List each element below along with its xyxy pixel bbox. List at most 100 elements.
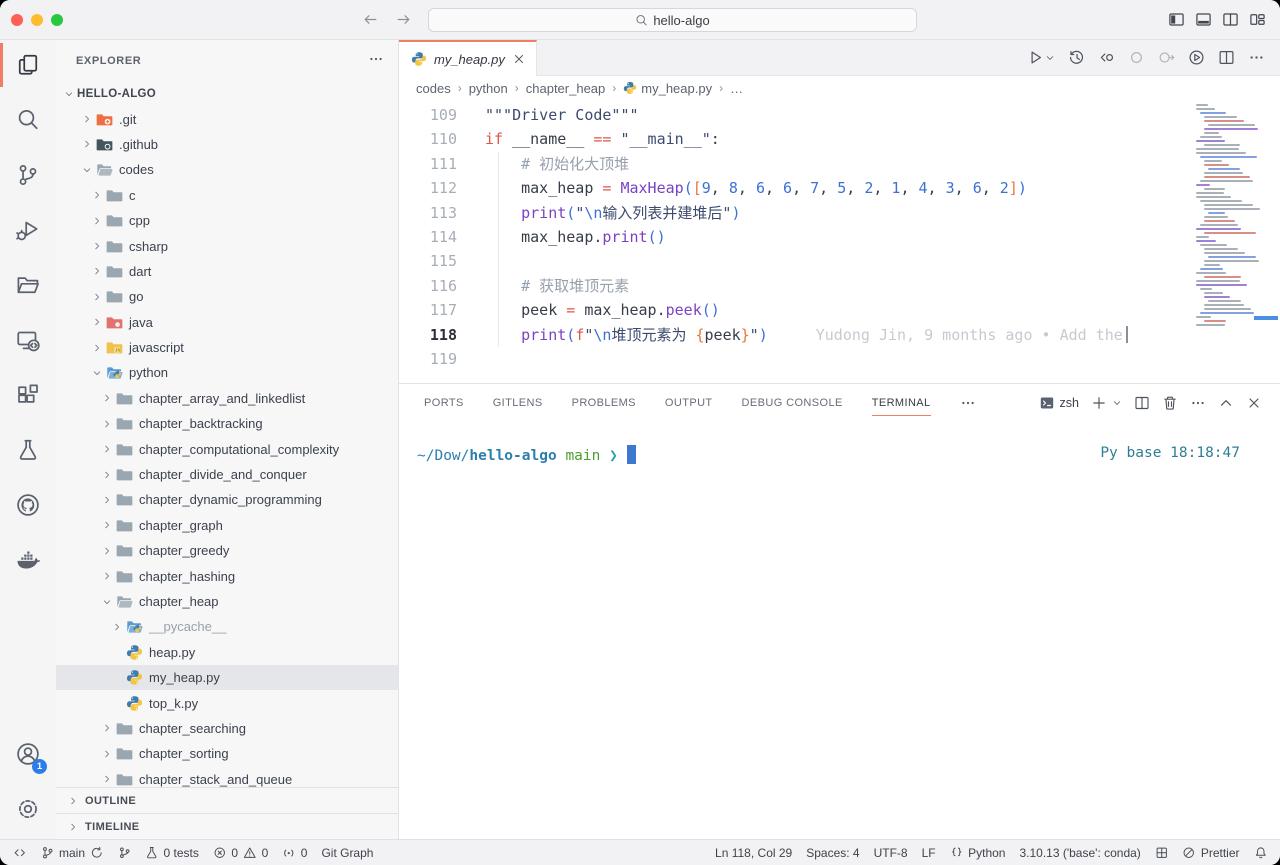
panel-tab-ports[interactable]: PORTS [424,384,464,421]
activity-item-extensions[interactable] [0,370,56,420]
sidebar-section-timeline[interactable]: TIMELINE [56,813,398,839]
code-line-109[interactable]: 109"""Driver Code""" [407,103,1280,127]
code-line-119[interactable]: 119 [407,347,1280,371]
minimap[interactable] [1190,100,1280,383]
activity-item-explorer[interactable] [0,40,56,90]
tree-item-chapter_computational_complexity[interactable]: chapter_computational_complexity [56,436,398,461]
code-line-114[interactable]: 114 max_heap.print() [407,225,1280,249]
tree-item-cpp[interactable]: cpp [56,208,398,233]
status-gitlens[interactable] [111,840,139,865]
status-prettier[interactable]: Prettier [1175,840,1246,865]
sidebar-section-outline[interactable]: OUTLINE [56,787,398,813]
tree-item-.git[interactable]: .git [56,106,398,131]
run-or-debug-button[interactable] [1188,49,1205,66]
more-terminal-actions-button[interactable] [1190,395,1206,411]
more-actions-button[interactable] [1248,49,1265,66]
open-changes-button[interactable] [1098,49,1115,66]
activity-item-run-and-debug[interactable] [0,205,56,255]
tree-item-chapter_greedy[interactable]: chapter_greedy [56,538,398,563]
status-eol[interactable]: LF [915,840,943,865]
activity-item-github[interactable] [0,480,56,530]
tree-item-heap.py[interactable]: heap.py [56,640,398,665]
panel-tab-gitlens[interactable]: GITLENS [493,384,543,421]
tree-item-chapter_sorting[interactable]: chapter_sorting [56,741,398,766]
split-editor-button[interactable] [1218,49,1235,66]
new-terminal-button[interactable] [1091,395,1122,411]
tree-item-chapter_heap[interactable]: chapter_heap [56,589,398,614]
tree-item-python[interactable]: python [56,360,398,385]
tree-item-codes[interactable]: codes [56,157,398,182]
status-git-graph[interactable]: Git Graph [314,840,380,865]
status-cursor-position[interactable]: Ln 118, Col 29 [708,840,799,865]
breadcrumb-1[interactable]: python [469,81,508,96]
panel-tab-debug-console[interactable]: DEBUG CONSOLE [742,384,843,421]
code-line-110[interactable]: 110if __name__ == "__main__": [407,127,1280,151]
terminal-shell-selector[interactable]: zsh [1039,395,1079,411]
close-window-button[interactable] [11,14,23,26]
tree-item-chapter_dynamic_programming[interactable]: chapter_dynamic_programming [56,487,398,512]
breadcrumb-0[interactable]: codes [416,81,451,96]
status-language-mode[interactable]: Python [943,840,1013,865]
tab-my-heap-py[interactable]: my_heap.py [399,40,537,76]
tree-item-dart[interactable]: dart [56,259,398,284]
status-encoding[interactable]: UTF-8 [867,840,915,865]
tree-item-.github[interactable]: .github [56,132,398,157]
activity-item-accounts[interactable]: 1 [0,729,56,779]
toggle-primary-sidebar-button[interactable] [1168,11,1185,28]
code-line-111[interactable]: 111 # 初始化大顶堆 [407,152,1280,176]
status-remote[interactable] [6,840,34,865]
panel-tab-output[interactable]: OUTPUT [665,384,713,421]
maximize-panel-button[interactable] [1218,395,1234,411]
activity-item-source-control[interactable] [0,150,56,200]
tree-item-javascript[interactable]: JS javascript [56,335,398,360]
minimize-window-button[interactable] [31,14,43,26]
tree-item-top_k.py[interactable]: top_k.py [56,690,398,715]
tree-item-chapter_array_and_linkedlist[interactable]: chapter_array_and_linkedlist [56,386,398,411]
zoom-window-button[interactable] [51,14,63,26]
activity-item-remote-explorer[interactable] [0,315,56,365]
code-line-117[interactable]: 117 peek = max_heap.peek() [407,298,1280,322]
split-terminal-button[interactable] [1134,395,1150,411]
navigate-forward-button[interactable] [395,11,412,33]
toggle-secondary-sidebar-button[interactable] [1222,11,1239,28]
status-branch[interactable]: main [34,840,111,865]
status-notifications[interactable] [1247,840,1275,865]
status-tests[interactable]: 0 tests [138,840,206,865]
tree-item-go[interactable]: go [56,284,398,309]
tree-item-chapter_divide_and_conquer[interactable]: chapter_divide_and_conquer [56,462,398,487]
close-tab-icon[interactable] [512,52,526,66]
tree-item-csharp[interactable]: csharp [56,233,398,258]
views-and-more-actions-button[interactable] [368,51,384,70]
terminal[interactable]: ~/Dow/hello-algo main ❯ Py base 18:18:47 [399,421,1280,839]
customize-layout-button[interactable] [1249,11,1266,28]
code-line-113[interactable]: 113 print("\n输入列表并建堆后") [407,201,1280,225]
file-history-button[interactable] [1068,49,1085,66]
activity-item-settings[interactable] [0,784,56,834]
activity-item-search[interactable] [0,95,56,145]
breadcrumb-3[interactable]: my_heap.py [623,81,712,96]
tree-item-chapter_stack_and_queue[interactable]: chapter_stack_and_queue [56,767,398,787]
panel-tab-problems[interactable]: PROBLEMS [572,384,636,421]
status-python-interpreter[interactable]: 3.10.13 ('base': conda) [1012,840,1147,865]
toggle-panel-button[interactable] [1195,11,1212,28]
status-project-manager[interactable] [1148,840,1176,865]
status-problems[interactable]: 00 [206,840,275,865]
tree-item-HELLO-ALGO[interactable]: HELLO-ALGO [56,81,398,106]
run-python-file-button[interactable] [1027,49,1055,66]
panel-tab-terminal[interactable]: TERMINAL [872,384,931,421]
tree-item-__pycache__[interactable]: __pycache__ [56,614,398,639]
tree-item-chapter_graph[interactable]: chapter_graph [56,513,398,538]
tree-item-my_heap.py[interactable]: my_heap.py [56,665,398,690]
code-line-115[interactable]: 115 [407,249,1280,273]
tree-item-java[interactable]: java [56,310,398,335]
code-editor[interactable]: 109"""Driver Code"""110if __name__ == "_… [399,100,1280,383]
breadcrumb-4[interactable]: … [730,81,743,96]
status-ports[interactable]: 0 [275,840,314,865]
code-line-118[interactable]: 118 print(f"\n堆顶元素为 {peek}")Yudong Jin, … [407,323,1280,347]
tree-item-chapter_searching[interactable]: chapter_searching [56,716,398,741]
code-line-116[interactable]: 116 # 获取堆顶元素 [407,274,1280,298]
close-panel-button[interactable] [1246,395,1262,411]
code-line-112[interactable]: 112 max_heap = MaxHeap([9, 8, 6, 6, 7, 5… [407,176,1280,200]
activity-item-docker[interactable] [0,535,56,585]
navigate-back-button[interactable] [362,11,379,33]
